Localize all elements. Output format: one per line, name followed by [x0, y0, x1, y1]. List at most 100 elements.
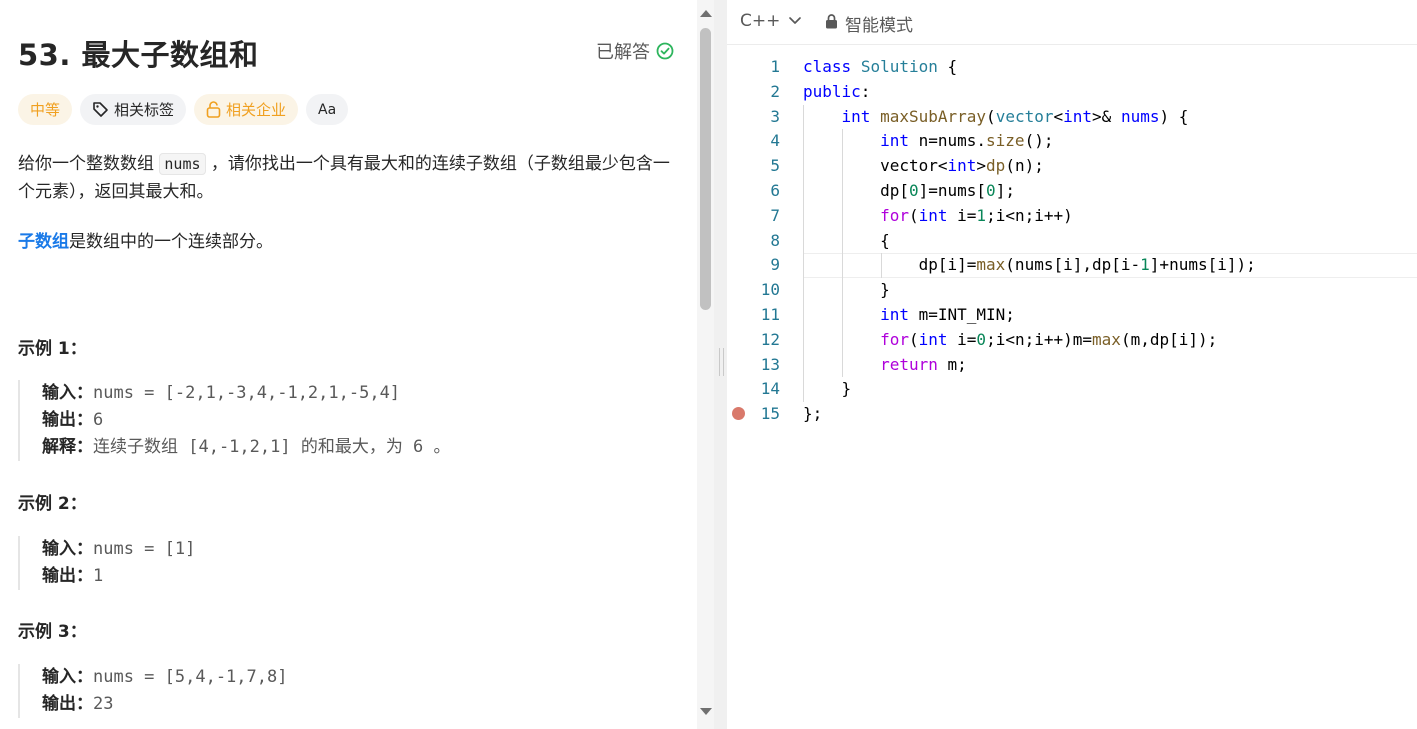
code-text: int m=INT_MIN;	[880, 304, 1015, 324]
example-1-output-label: 输出：	[42, 410, 93, 430]
code-line: 7 for(int i=1;i<n;i++)	[727, 203, 1417, 229]
example-1-explain-label: 解释：	[42, 437, 93, 457]
example-1-input: nums = [-2,1,-3,4,-1,2,1,-5,4]	[93, 383, 401, 403]
code-text: {	[803, 230, 890, 250]
code-line: 10 }	[727, 278, 1417, 303]
line-number: 8	[770, 230, 780, 250]
lock-icon	[825, 13, 838, 34]
example-2-title: 示例 2：	[18, 494, 87, 514]
difficulty-label: 中等	[30, 101, 61, 119]
mode-label: 智能模式	[845, 16, 913, 36]
code-line: 5 vector<int>dp(n);	[727, 154, 1417, 179]
code-line: 13 return m;	[727, 352, 1417, 378]
code-line: 12 for(int i=0;i<n;i++)m=max(m,dp[i]);	[727, 327, 1417, 353]
line-number: 7	[770, 205, 780, 225]
code-text: int maxSubArray(vector<int>& nums) {	[841, 106, 1189, 126]
line-number: 5	[770, 156, 780, 176]
solved-label: 已解答	[596, 42, 650, 63]
subarray-rest: 是数组中的一个连续部分。	[69, 232, 273, 252]
problem-title: 53. 最大子数组和	[18, 38, 259, 72]
difficulty-tag[interactable]: 中等	[18, 94, 73, 125]
example-1-explain: 连续子数组 [4,-1,2,1] 的和最大，为 6 。	[93, 437, 451, 457]
problem-description: 给你一个整数数组 nums ，请你找出一个具有最大和的连续子数组（子数组最少包含…	[18, 150, 678, 256]
lock-icon	[206, 101, 221, 118]
example-2-box: 输入：nums = [1] 输出：1	[18, 536, 682, 590]
code-line: 3 int maxSubArray(vector<int>& nums) {	[727, 104, 1417, 130]
editor-header: C++ 智能模式	[727, 0, 1417, 45]
line-number: 3	[770, 106, 780, 126]
code-text: for(int i=0;i<n;i++)m=max(m,dp[i]);	[880, 329, 1218, 349]
code-line: 2 public:	[727, 80, 1417, 105]
related-tags-label: 相关标签	[114, 101, 175, 119]
splitter-grip-icon[interactable]	[719, 348, 724, 376]
example-3-input: nums = [5,4,-1,7,8]	[93, 667, 288, 687]
example-3-title: 示例 3：	[18, 622, 87, 642]
desc-part1: 给你一个整数数组	[18, 154, 160, 174]
code-text: int n=nums.size();	[880, 131, 1054, 151]
code-line: 11 int m=INT_MIN;	[727, 302, 1417, 328]
description-scrollbar[interactable]	[697, 0, 714, 729]
line-number: 1	[770, 57, 780, 76]
example-2-input: nums = [1]	[93, 539, 196, 559]
example-3-output: 23	[93, 694, 114, 714]
code-text: class Solution {	[803, 57, 958, 76]
line-number: 9	[770, 255, 780, 275]
example-2-input-label: 输入：	[42, 539, 93, 559]
check-circle-icon	[656, 42, 674, 60]
code-line: 1 class Solution {	[727, 55, 1417, 80]
problem-panel: 53. 最大子数组和 已解答 中等 相关标签 相关企业 Aa 给你一个整数数组 …	[0, 0, 697, 729]
code-line: 4 int n=nums.size();	[727, 129, 1417, 155]
code-line: 14 }	[727, 377, 1417, 403]
code-text: dp[i]=max(nums[i],dp[i-1]+nums[i]);	[803, 255, 1256, 275]
line-number: 13	[760, 354, 780, 374]
line-number: 14	[760, 379, 780, 399]
example-3-output-label: 输出：	[42, 694, 93, 714]
code-text: }	[803, 379, 852, 399]
solved-status: 已解答	[596, 38, 674, 64]
example-2-output-label: 输出：	[42, 566, 93, 586]
chevron-down-icon	[788, 11, 802, 31]
panel-splitter[interactable]	[714, 0, 727, 729]
line-number: 10	[760, 280, 780, 300]
title-row: 53. 最大子数组和 已解答	[18, 28, 678, 76]
scroll-up-arrow-icon[interactable]	[700, 10, 712, 17]
related-companies-label: 相关企业	[226, 101, 287, 119]
code-line-active: 9 dp[i]=max(nums[i],dp[i-1]+nums[i]);	[727, 253, 1417, 279]
code-text: vector<int>dp(n);	[803, 156, 1044, 176]
smart-mode-toggle[interactable]: 智能模式	[825, 11, 913, 36]
scroll-thumb[interactable]	[700, 28, 711, 310]
translate-button[interactable]: Aa	[306, 94, 349, 125]
line-number: 2	[770, 81, 780, 101]
code-text: return m;	[880, 354, 967, 374]
code-editor-panel: C++ 智能模式 1 class Solution { 2 public: 3 in…	[727, 0, 1417, 729]
code-area[interactable]: 1 class Solution { 2 public: 3 int maxSubA…	[727, 55, 1417, 427]
scroll-down-arrow-icon[interactable]	[700, 708, 712, 715]
code-line: 8 {	[727, 228, 1417, 254]
tag-row: 中等 相关标签 相关企业 Aa	[18, 94, 349, 125]
language-label: C++	[740, 11, 781, 31]
example-3-box: 输入：nums = [5,4,-1,7,8] 输出：23	[18, 664, 682, 718]
code-text: };	[803, 404, 823, 424]
subarray-link[interactable]: 子数组	[18, 232, 69, 252]
code-line: 15};	[727, 402, 1417, 427]
code-text: for(int i=1;i<n;i++)	[880, 205, 1073, 225]
related-companies-button[interactable]: 相关企业	[194, 94, 299, 125]
code-text: dp[0]=nums[0];	[803, 180, 1015, 200]
desc-inline-code: nums	[159, 153, 206, 175]
example-2-output: 1	[93, 566, 104, 586]
related-tags-button[interactable]: 相关标签	[80, 94, 187, 125]
translate-icon: Aa	[318, 101, 337, 118]
code-text: public:	[803, 81, 871, 101]
example-1-output: 6	[93, 410, 104, 430]
example-1-box: 输入：nums = [-2,1,-3,4,-1,2,1,-5,4] 输出：6 解…	[18, 380, 682, 461]
example-1-input-label: 输入：	[42, 383, 93, 403]
line-number: 11	[760, 304, 780, 324]
line-number: 12	[760, 329, 780, 349]
language-select[interactable]: C++	[740, 11, 802, 31]
line-number: 6	[770, 180, 780, 200]
line-number: 4	[770, 131, 780, 151]
tag-icon	[92, 101, 109, 118]
example-1-title: 示例 1：	[18, 339, 87, 359]
example-3-input-label: 输入：	[42, 667, 93, 687]
code-line: 6 dp[0]=nums[0];	[727, 178, 1417, 204]
